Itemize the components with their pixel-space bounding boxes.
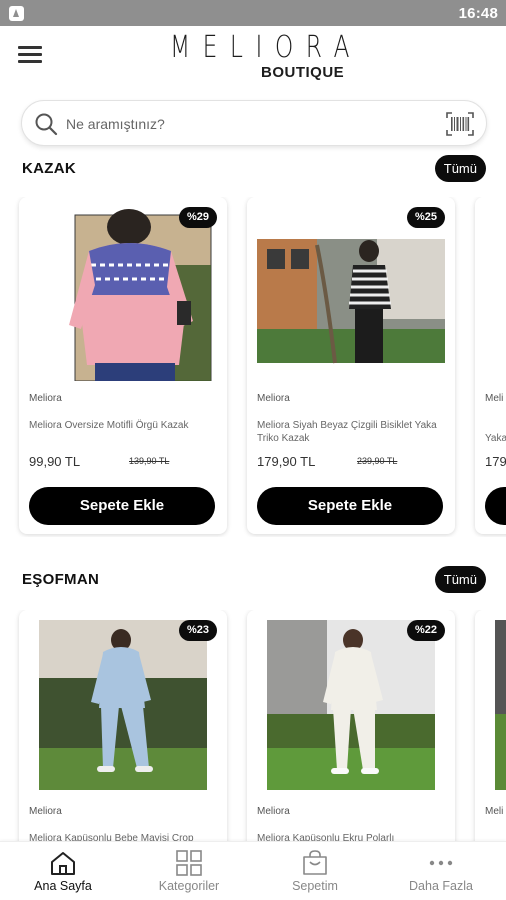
- product-card[interactable]: %25 Meliora Meliora Siyah Beyaz Çizgili …: [247, 197, 455, 534]
- discount-badge: %29: [178, 207, 217, 228]
- product-card[interactable]: Meli: [475, 610, 506, 841]
- brand-logo[interactable]: MELIORA BOUTIQUE: [170, 30, 350, 86]
- section-title: EŞOFMAN: [22, 571, 100, 588]
- product-name: Meliora Kapüşonlu Ekru Polarlı: [257, 833, 395, 841]
- product-price: 179: [485, 454, 506, 469]
- nav-label: Ana Sayfa: [34, 879, 92, 893]
- product-old-price: 239,90 TL: [357, 456, 398, 466]
- add-to-cart-button[interactable]: Sepete Ekle: [29, 487, 215, 525]
- product-brand: Meliora: [29, 393, 62, 404]
- bottom-navigation: Ana Sayfa Kategoriler Sepetim Daha Fazla: [0, 841, 506, 900]
- product-brand: Meliora: [29, 806, 62, 817]
- discount-badge: %23: [178, 620, 217, 641]
- search-bar[interactable]: [21, 100, 487, 146]
- product-image: [29, 618, 217, 794]
- product-image: [485, 618, 506, 794]
- nav-home[interactable]: Ana Sayfa: [0, 842, 126, 900]
- barcode-scan-icon[interactable]: [446, 112, 474, 136]
- menu-icon[interactable]: [18, 46, 42, 66]
- section-header-kazak: KAZAK Tümü: [0, 155, 506, 185]
- app-header: MELIORA BOUTIQUE: [0, 26, 506, 92]
- app-screen: 16:48 MELIORA BOUTIQUE KAZAK: [0, 0, 506, 900]
- nav-cart[interactable]: Sepetim: [252, 842, 378, 900]
- discount-badge: %25: [406, 207, 445, 228]
- nav-more[interactable]: Daha Fazla: [378, 842, 504, 900]
- cart-icon: [303, 850, 327, 875]
- product-brand: Meli: [485, 806, 504, 817]
- section-title: KAZAK: [22, 160, 76, 177]
- logo-text: MELIORA: [170, 30, 363, 65]
- product-image: [257, 205, 445, 381]
- product-image: [29, 205, 217, 381]
- product-card[interactable]: %22 Meliora Meliora Kapüşonlu Ekru Polar…: [247, 610, 455, 841]
- view-all-button[interactable]: Tümü: [434, 155, 486, 182]
- status-bar: 16:48: [0, 0, 506, 26]
- product-brand: Meliora: [257, 393, 290, 404]
- logo-subtext: BOUTIQUE: [261, 64, 345, 81]
- product-carousel-esofman[interactable]: %23 Meliora Meliora Kapüşonlu Bebe Mavis…: [0, 610, 506, 841]
- nav-label: Sepetim: [292, 879, 338, 893]
- add-to-cart-button[interactable]: Sepete Ekle: [257, 487, 443, 525]
- grid-icon: [176, 850, 202, 876]
- product-price: 99,90 TL: [29, 454, 81, 469]
- nav-label: Daha Fazla: [409, 879, 473, 893]
- product-card[interactable]: %23 Meliora Meliora Kapüşonlu Bebe Mavis…: [19, 610, 227, 841]
- discount-badge: %22: [406, 620, 445, 641]
- notification-icon: [9, 5, 24, 21]
- product-card[interactable]: Meli Yaka 179: [475, 197, 506, 534]
- section-header-esofman: EŞOFMAN Tümü: [0, 566, 506, 596]
- product-price: 179,90 TL: [257, 454, 316, 469]
- nav-label: Kategoriler: [158, 879, 220, 893]
- product-name: Meliora Siyah Beyaz Çizgili Bisiklet Yak…: [257, 420, 437, 444]
- product-card[interactable]: %29 Meliora Meliora Oversize Motifli Örg…: [19, 197, 227, 534]
- search-input[interactable]: [66, 111, 436, 137]
- home-icon: [51, 852, 75, 875]
- product-carousel-kazak[interactable]: %29 Meliora Meliora Oversize Motifli Örg…: [0, 197, 506, 537]
- product-brand: Meliora: [257, 806, 290, 817]
- product-name: Meliora Kapüşonlu Bebe Mavisi Crop: [29, 833, 194, 841]
- product-brand: Meli: [485, 393, 504, 404]
- nav-categories[interactable]: Kategoriler: [126, 842, 252, 900]
- product-old-price: 139,90 TL: [129, 456, 170, 466]
- view-all-button[interactable]: Tümü: [434, 566, 486, 593]
- product-name: Yaka: [485, 433, 506, 444]
- status-time: 16:48: [458, 4, 498, 22]
- more-icon: [429, 860, 453, 866]
- add-to-cart-button[interactable]: [485, 487, 506, 525]
- product-image: [257, 618, 445, 794]
- product-name: Meliora Oversize Motifli Örgü Kazak: [29, 420, 189, 431]
- search-icon: [35, 113, 58, 136]
